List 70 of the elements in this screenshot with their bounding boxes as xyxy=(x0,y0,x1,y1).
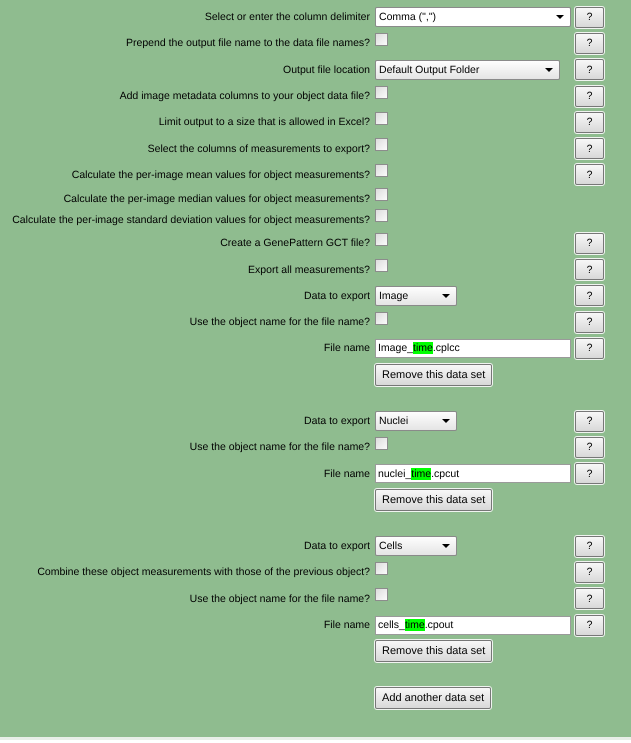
help-button[interactable]: ? xyxy=(575,6,604,28)
caret-icon xyxy=(556,15,564,20)
setting-label: Combine these object measurements with those of the previous object? xyxy=(36,566,371,578)
caret-icon xyxy=(442,294,450,298)
remove-data-set-button[interactable]: Remove this data set xyxy=(375,364,492,386)
setting-label: Select the columns of measurements to export? xyxy=(146,142,371,155)
help-button[interactable]: ? xyxy=(575,259,604,280)
help-button[interactable]: ? xyxy=(575,285,604,306)
help-button[interactable]: ? xyxy=(575,436,604,458)
help-button[interactable]: ? xyxy=(575,312,604,333)
caret-icon xyxy=(442,544,450,548)
checkbox[interactable] xyxy=(375,164,388,178)
setting-label: File name xyxy=(322,619,371,632)
setting-label: Add image metadata columns to your object data file? xyxy=(118,90,371,102)
checkbox[interactable] xyxy=(375,32,388,46)
help-button[interactable]: ? xyxy=(575,614,604,636)
setting-label: Calculate the per-image standard deviation values for object measurements? xyxy=(11,214,371,226)
help-button[interactable]: ? xyxy=(575,588,604,610)
remove-data-set-button[interactable]: Remove this data set xyxy=(375,640,492,662)
checkbox[interactable] xyxy=(375,259,388,272)
checkbox[interactable] xyxy=(375,209,388,222)
checkbox[interactable] xyxy=(375,312,388,325)
help-button[interactable]: ? xyxy=(575,112,604,133)
checkbox[interactable] xyxy=(375,436,388,450)
setting-label: File name xyxy=(322,468,371,480)
caret-icon xyxy=(545,68,553,72)
file-name-field[interactable]: cells_time.cpout xyxy=(375,616,571,635)
checkbox[interactable] xyxy=(375,188,388,202)
setting-label: Output file location xyxy=(282,64,371,76)
help-button[interactable]: ? xyxy=(575,562,604,583)
checkbox[interactable] xyxy=(375,138,388,152)
setting-label: Select or enter the column delimiter xyxy=(204,11,371,24)
setting-label: Use the object name for the file name? xyxy=(188,592,371,605)
setting-label: Calculate the per-image mean values for object measurements? xyxy=(70,168,371,181)
help-button[interactable]: ? xyxy=(575,536,604,557)
setting-label: Use the object name for the file name? xyxy=(188,441,371,454)
setting-label: Use the object name for the file name? xyxy=(188,316,371,328)
setting-label: Create a GenePattern GCT file? xyxy=(219,237,371,250)
setting-label: Data to export xyxy=(303,540,371,552)
help-button[interactable]: ? xyxy=(575,232,604,254)
help-button[interactable]: ? xyxy=(575,138,604,160)
setting-label: Calculate the per-image median values for object measurements? xyxy=(62,192,371,205)
help-button[interactable]: ? xyxy=(575,463,604,484)
dropdown[interactable]: Default Output Folder xyxy=(375,60,560,80)
caret-icon xyxy=(442,419,450,423)
dropdown[interactable]: Comma (",") xyxy=(375,7,571,28)
setting-label: Export all measurements? xyxy=(247,264,371,276)
add-data-set-button[interactable]: Add another data set xyxy=(375,686,492,709)
setting-label: Limit output to a size that is allowed in Excel? xyxy=(158,116,371,128)
help-button[interactable]: ? xyxy=(575,338,604,359)
setting-label: Prepend the output file name to the data file names? xyxy=(125,37,371,50)
checkbox[interactable] xyxy=(375,112,388,125)
setting-label: Data to export xyxy=(303,290,371,302)
checkbox[interactable] xyxy=(375,232,388,246)
dropdown[interactable]: Nuclei xyxy=(375,411,457,431)
file-name-field[interactable]: Image_time.cplcc xyxy=(375,338,571,358)
checkbox[interactable] xyxy=(375,86,388,99)
remove-data-set-button[interactable]: Remove this data set xyxy=(375,488,492,511)
checkbox[interactable] xyxy=(375,588,388,602)
help-button[interactable]: ? xyxy=(575,164,604,186)
setting-label: Data to export xyxy=(303,415,371,427)
setting-label: File name xyxy=(322,342,371,354)
checkbox[interactable] xyxy=(375,562,388,575)
dropdown[interactable]: Image xyxy=(375,286,457,306)
help-button[interactable]: ? xyxy=(575,410,604,432)
help-button[interactable]: ? xyxy=(575,86,604,107)
help-button[interactable]: ? xyxy=(575,32,604,54)
help-button[interactable]: ? xyxy=(575,59,604,80)
file-name-field[interactable]: nuclei_time.cpcut xyxy=(375,464,571,484)
dropdown[interactable]: Cells xyxy=(375,536,457,556)
